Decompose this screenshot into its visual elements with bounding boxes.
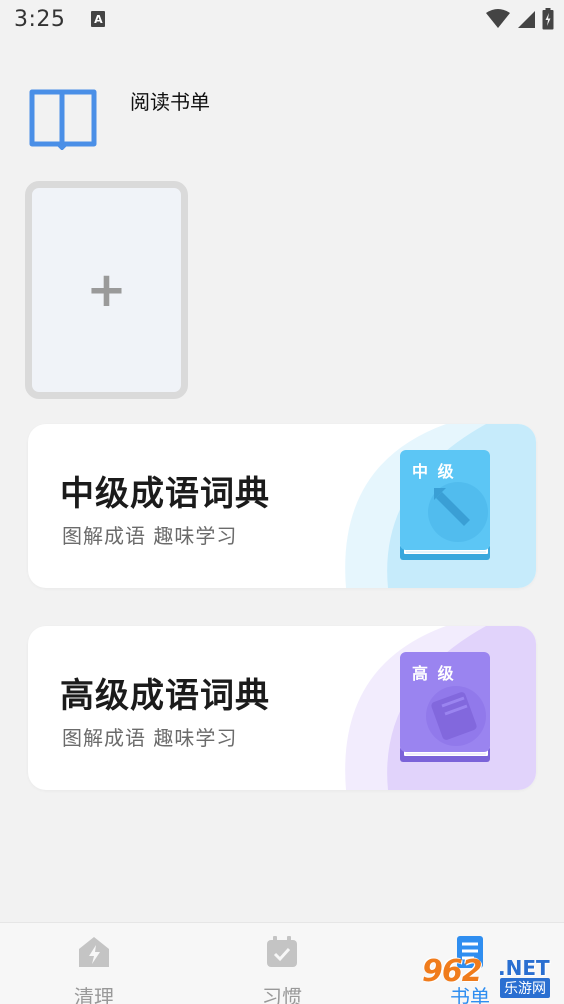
card-subtitle: 图解成语 趣味学习 <box>62 726 238 750</box>
status-bar: 3:25 A <box>0 0 564 38</box>
nav-item-habit[interactable]: 习惯 <box>222 931 342 1004</box>
watermark-site-name: 乐游网 <box>500 978 550 998</box>
nav-label: 清理 <box>74 985 114 1004</box>
card-title: 中级成语词典 <box>60 474 270 514</box>
book-cover-advanced: 高 级 <box>398 650 492 766</box>
plus-icon: + <box>86 262 127 318</box>
add-book-button[interactable]: + <box>25 181 188 399</box>
book-cover-label: 中 级 <box>412 462 456 481</box>
lightning-house-icon <box>79 937 109 967</box>
status-time: 3:25 <box>14 6 66 32</box>
notification-icon: A <box>91 11 106 27</box>
reading-list-header: 阅读书单 <box>28 86 428 150</box>
book-cover-intermediate: 中 级 <box>398 448 492 564</box>
nav-item-clean[interactable]: 清理 <box>34 931 154 1004</box>
watermark-domain: .NET <box>498 956 550 980</box>
status-icons <box>486 8 554 30</box>
card-subtitle: 图解成语 趣味学习 <box>62 524 238 548</box>
open-book-icon <box>29 89 97 150</box>
battery-icon <box>542 8 554 30</box>
signal-icon <box>518 11 535 28</box>
dictionary-card-advanced[interactable]: 高级成语词典 图解成语 趣味学习 高 级 <box>28 626 536 790</box>
wifi-icon <box>486 9 510 28</box>
watermark-number: 962 <box>422 954 483 989</box>
calendar-check-icon <box>267 936 297 967</box>
section-title: 阅读书单 <box>130 90 210 114</box>
card-title: 高级成语词典 <box>60 676 270 716</box>
watermark-logo: 962 .NET 乐游网 <box>422 952 558 1000</box>
nav-label: 习惯 <box>262 985 302 1004</box>
dictionary-card-intermediate[interactable]: 中级成语词典 图解成语 趣味学习 中 级 <box>28 424 536 588</box>
book-cover-label: 高 级 <box>412 664 456 683</box>
